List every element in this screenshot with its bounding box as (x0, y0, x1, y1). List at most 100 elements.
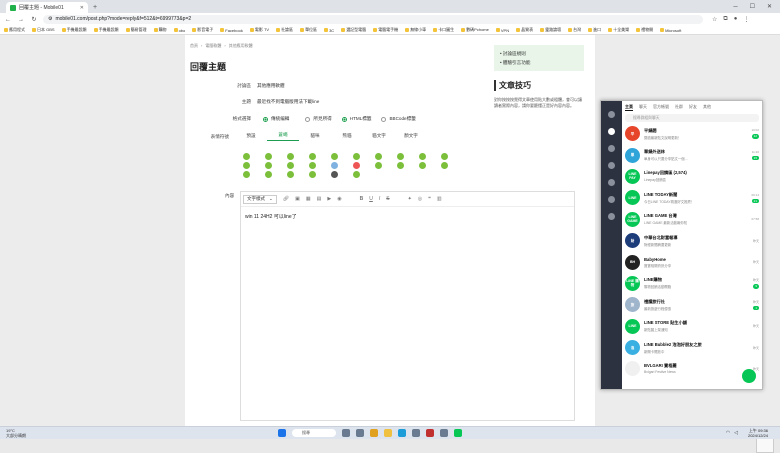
bookmark-item[interactable]: 手機最設顯 (93, 27, 119, 33)
emoji-tab[interactable]: 顏文字 (395, 133, 427, 141)
widgets-icon[interactable] (356, 429, 364, 437)
new-chat-button[interactable] (742, 369, 756, 383)
emoji-face-icon[interactable] (396, 162, 404, 169)
bookmark-item[interactable]: 手機最設顯 (61, 27, 87, 33)
bookmark-item[interactable]: 購物 (153, 27, 167, 33)
emoji-face-icon[interactable] (330, 153, 338, 160)
emoji-face-icon[interactable] (374, 162, 382, 169)
bookmark-item[interactable]: VPN (495, 28, 509, 33)
emoji-face-icon[interactable] (308, 162, 316, 169)
line-taskbar-icon[interactable] (454, 429, 462, 437)
extensions-icon[interactable]: ⧉ (723, 16, 727, 23)
line-search-input[interactable]: 搜尋群組與聊天 (625, 114, 759, 122)
more-icon[interactable] (608, 213, 615, 220)
format-select[interactable]: 文字樣式 ⌄ (243, 194, 277, 204)
line-tab[interactable]: 其他 (703, 104, 711, 110)
bookmark-item[interactable]: 進口 (588, 27, 601, 33)
mode-option[interactable]: BBCode標籤 (389, 116, 415, 122)
maximize-icon[interactable]: ☐ (750, 3, 755, 10)
strike-icon[interactable]: S (386, 196, 389, 202)
chat-item[interactable]: 平平鍋閥 閱讀最新貼文說明更新！ 10:02 12 (622, 123, 762, 144)
location-icon[interactable]: ◉ (337, 196, 341, 202)
sidebar-link[interactable]: • 討論區規則 (500, 49, 578, 58)
subject-field[interactable]: 最近找不到電腦版用法下載line (257, 99, 319, 105)
forward-icon[interactable]: → (17, 17, 25, 23)
italic-icon[interactable]: I (379, 196, 380, 202)
bookmark-item[interactable]: 3C (324, 28, 334, 33)
emoji-face-icon[interactable] (396, 153, 404, 160)
store-icon[interactable] (412, 429, 420, 437)
emoji-face-icon[interactable] (242, 153, 250, 160)
reload-icon[interactable]: ↻ (30, 16, 38, 23)
breadcrumb-item[interactable]: 首頁 (190, 43, 198, 49)
chat-item[interactable]: LINE LINE STORE 貼生小舖 新貼圖上架通知 昨天 (622, 316, 762, 337)
add-friend-icon[interactable] (608, 145, 615, 152)
chat-item[interactable]: BVLGARI 寶格麗 Bvlgari Festive News 昨天 (622, 358, 762, 379)
emoji-face-icon[interactable] (440, 162, 448, 169)
weather-widget[interactable]: 19°C 大部分晴朗 (6, 428, 26, 438)
bookmark-item[interactable]: 影音電子 (192, 27, 213, 33)
chrome-icon[interactable] (370, 429, 378, 437)
line-tab[interactable]: 聊天 (639, 104, 647, 110)
wifi-icon[interactable]: ◠ (726, 430, 730, 436)
breadcrumb-item[interactable]: 其他應用軟體 (229, 43, 253, 49)
emoji-face-icon[interactable] (264, 153, 272, 160)
bookmark-item[interactable]: 簡易管理 (125, 27, 147, 33)
address-bar[interactable]: ⚙ mobile01.com/post.php?mode=reply&f=512… (43, 15, 703, 24)
app-icon[interactable] (426, 429, 434, 437)
taskbar-search[interactable]: 搜尋 (292, 429, 336, 437)
line-tab[interactable]: 官方帳號 (653, 104, 669, 110)
star-icon[interactable]: ☆ (712, 16, 717, 23)
windows-start-icon[interactable] (278, 429, 286, 437)
chat-item[interactable]: 單單鍋外送林 單身可以只要分享貼文一個... 11:20 15 (622, 144, 762, 165)
emoji-face-icon[interactable] (264, 171, 272, 178)
bookmark-item[interactable]: 無線小車 (405, 27, 426, 33)
mode-radio[interactable] (305, 116, 311, 122)
chats-icon[interactable] (608, 128, 615, 135)
chat-item[interactable]: LINE 購物 LINE購物 購物回饋活動開跑 昨天 9 (622, 273, 762, 294)
breadcrumb-item[interactable]: 電腦軟體 (205, 43, 221, 49)
emoji-tab[interactable]: 貓咪 (299, 133, 331, 141)
mode-radio[interactable] (381, 116, 387, 122)
emoji-face-icon[interactable] (330, 171, 338, 178)
friends-icon[interactable] (608, 111, 615, 118)
emoji-face-icon[interactable] (242, 162, 250, 169)
bookmark-item[interactable]: 台灣 (568, 27, 581, 33)
bookmark-item[interactable]: 單位區 (300, 27, 317, 33)
app-icon[interactable] (440, 429, 448, 437)
emoji-face-icon[interactable] (330, 162, 338, 169)
chat-item[interactable]: LINE GAME LINE GAME 台灣 LINE GAME 最新活動報你知 07… (622, 209, 762, 230)
openchat-icon[interactable] (608, 196, 615, 203)
emoji-face-icon[interactable] (352, 162, 360, 169)
bookmark-item[interactable]: obo (173, 28, 185, 33)
mode-radio[interactable] (263, 116, 268, 122)
bookmark-item[interactable]: Facebook (220, 28, 243, 33)
edge-icon[interactable] (398, 429, 406, 437)
line-tab[interactable]: 好友 (689, 104, 697, 110)
mode-option[interactable]: HTML標籤 (350, 116, 372, 122)
bookmark-item[interactable]: 數碼Pchome (461, 27, 489, 33)
close-window-icon[interactable]: ✕ (767, 3, 772, 10)
bookmark-item[interactable]: 日本 GBS (32, 27, 55, 33)
new-tab-icon[interactable]: + (93, 2, 97, 13)
site-info-icon[interactable]: ⚙ (48, 15, 52, 24)
bookmark-item[interactable]: 社論區 (276, 27, 293, 33)
line-tab[interactable]: 主頁 (625, 104, 633, 111)
browser-tab[interactable]: 回覆主題 - Mobile01 ✕ (6, 2, 88, 13)
underline-icon[interactable]: U (369, 196, 373, 202)
chat-item[interactable]: 財中華台北財富報導 財經新聞摘要更新 昨天 (622, 230, 762, 251)
twitter-icon[interactable]: ✦ (408, 196, 412, 202)
chat-item[interactable]: 旅禮讀旅行社 最新旅遊行程優惠 昨天 1 (622, 294, 762, 315)
menu-icon[interactable]: ⋮ (743, 16, 749, 23)
bookmark-item[interactable]: 電影 TV (249, 27, 269, 33)
voom-icon[interactable] (608, 162, 615, 169)
chat-item[interactable]: LINE PAY Linepay回饋區 (2,574) Linepay回饋區 (622, 166, 762, 187)
mode-option[interactable]: 所見所得 (313, 116, 331, 122)
video-icon[interactable]: ▶ (327, 196, 331, 202)
emoji-face-icon[interactable] (418, 162, 426, 169)
bookmark-item[interactable]: 靈路論壇 (540, 27, 561, 33)
line-tab[interactable]: 社群 (675, 104, 683, 110)
emoji-face-icon[interactable] (308, 153, 316, 160)
bookmark-item[interactable]: 晶質表 (516, 27, 533, 33)
emoji-face-icon[interactable] (286, 171, 294, 178)
